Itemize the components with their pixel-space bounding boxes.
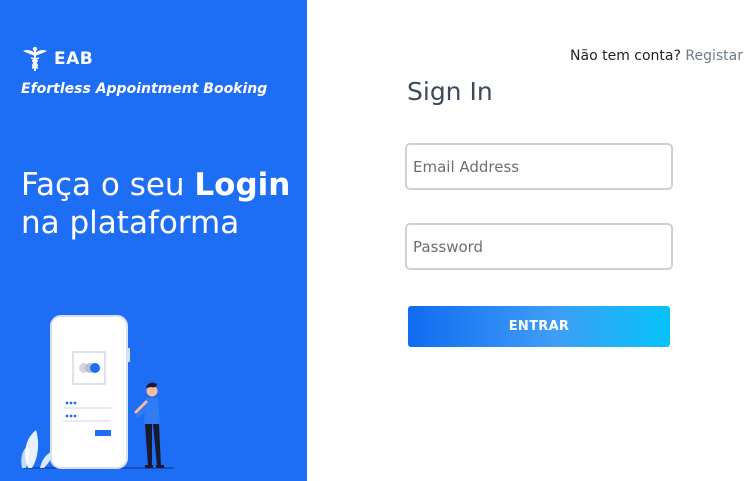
brand-tagline: Efortless Appointment Booking [21,81,268,97]
signup-prompt-text: Não tem conta? [570,48,681,64]
signup-prompt: Não tem conta? Registar [570,47,743,65]
password-field[interactable] [405,223,673,270]
email-field[interactable] [405,143,673,190]
hero-line-2: na plataforma [21,205,240,241]
register-link[interactable]: Registar [685,48,743,64]
caduceus-icon [23,46,47,71]
sign-in-title: Sign In [407,77,493,106]
login-page: EAB Efortless Appointment Booking Faça o… [0,0,756,481]
hero-line-1-bold: Login [194,167,291,203]
phone-login-illustration [21,315,174,469]
brand-name: EAB [54,49,94,69]
hero-line-1: Faça o seu Login [21,166,290,204]
login-submit-button[interactable]: ENTRAR [408,306,670,347]
hero-headline: Faça o seu Login na plataforma [21,166,290,242]
hero-line-1-prefix: Faça o seu [21,167,195,203]
brand: EAB [21,45,93,73]
brand-panel: EAB Efortless Appointment Booking Faça o… [0,0,307,481]
